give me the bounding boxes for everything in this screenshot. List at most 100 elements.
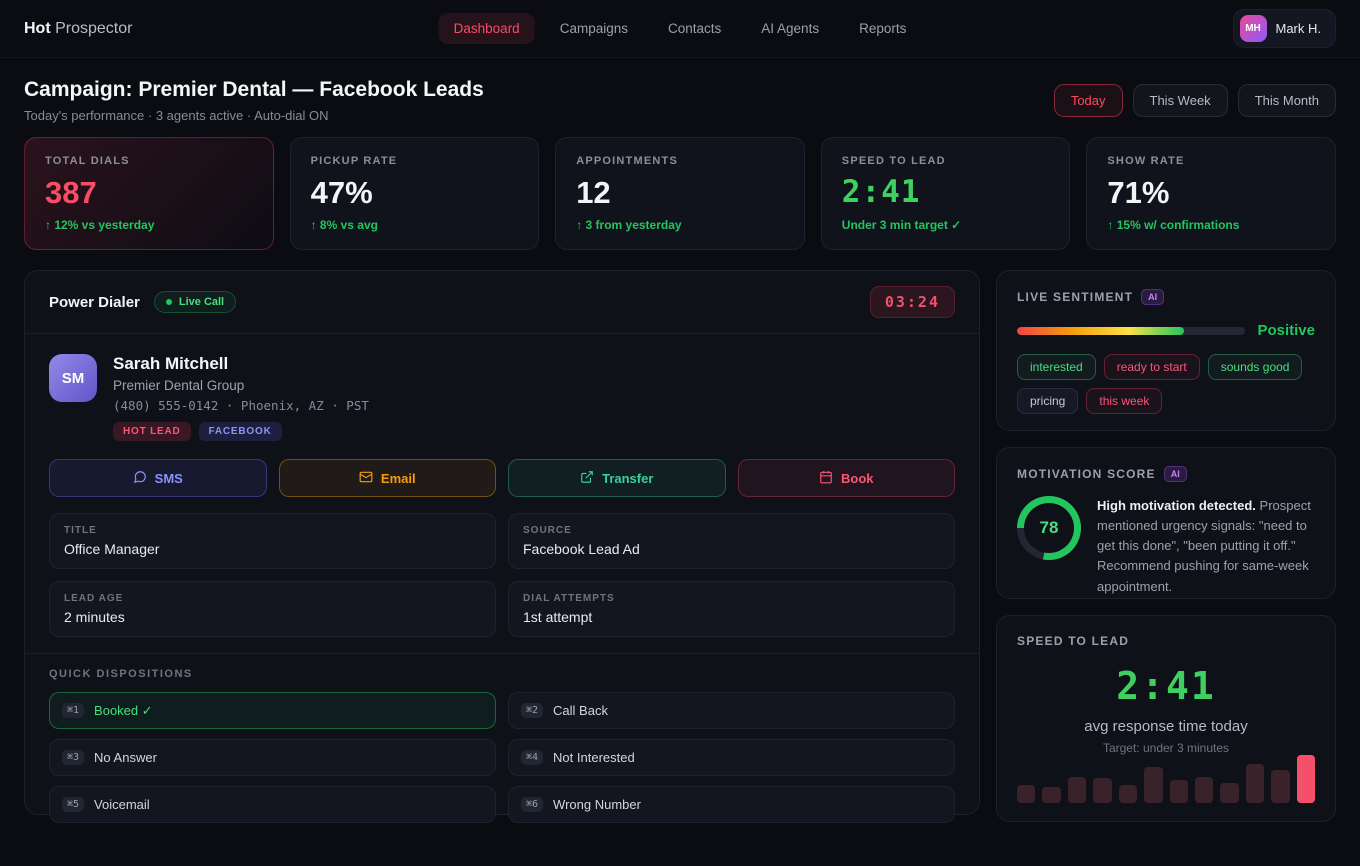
speed-bar <box>1042 787 1060 803</box>
disposition-not-interested[interactable]: ⌘4 Not Interested <box>508 739 955 776</box>
top-nav: Hot Prospector Dashboard Campaigns Conta… <box>0 0 1360 58</box>
transfer-button[interactable]: Transfer <box>508 459 726 497</box>
keyword-chip: sounds good <box>1208 354 1303 380</box>
sentiment-meter-row: Positive <box>1017 322 1315 339</box>
sms-button[interactable]: SMS <box>49 459 267 497</box>
speed-bar <box>1017 785 1035 803</box>
kpi-value: 71% <box>1107 177 1315 208</box>
email-label: Email <box>381 471 416 486</box>
dialer-header: Power Dialer Live Call 03:24 <box>25 271 979 334</box>
disposition-no-answer[interactable]: ⌘3 No Answer <box>49 739 496 776</box>
speed-title-row: SPEED TO LEAD <box>1017 634 1315 648</box>
nav-item-dashboard[interactable]: Dashboard <box>439 13 535 44</box>
disposition-call-back[interactable]: ⌘2 Call Back <box>508 692 955 729</box>
speed-bar <box>1220 783 1238 803</box>
live-dot-icon <box>166 299 172 305</box>
field-label: TITLE <box>64 525 481 536</box>
kpi-value: 12 <box>576 177 784 208</box>
speed-bar <box>1093 778 1111 803</box>
power-dialer-panel: Power Dialer Live Call 03:24 SM Sarah Mi… <box>24 270 980 815</box>
sentiment-title: LIVE SENTIMENT <box>1017 290 1133 304</box>
disposition-booked[interactable]: ⌘1 Booked ✓ <box>49 692 496 729</box>
user-menu[interactable]: MH Mark H. <box>1233 9 1337 48</box>
keyword-chip: interested <box>1017 354 1096 380</box>
contact-phone: (480) 555-0142 · Phoenix, AZ · PST <box>113 398 369 413</box>
motivation-summary-bold: High motivation detected. <box>1097 498 1256 513</box>
page-header: Campaign: Premier Dental — Facebook Lead… <box>0 58 1360 137</box>
field-value: 1st attempt <box>523 609 940 625</box>
book-label: Book <box>841 471 874 486</box>
book-button[interactable]: Book <box>738 459 956 497</box>
range-month-button[interactable]: This Month <box>1238 84 1336 117</box>
motivation-score-value: 78 <box>1024 503 1074 553</box>
nav-item-contacts[interactable]: Contacts <box>653 13 736 44</box>
range-week-button[interactable]: This Week <box>1133 84 1228 117</box>
kpi-card-pickup-rate: PICKUP RATE 47% ↑ 8% vs avg <box>290 137 540 250</box>
kpi-delta: Under 3 min target ✓ <box>842 218 1050 232</box>
sentiment-title-row: LIVE SENTIMENT AI <box>1017 289 1315 305</box>
shortcut-key-badge: ⌘4 <box>521 750 543 765</box>
kpi-card-speed-to-lead: SPEED TO LEAD 2:41 Under 3 min target ✓ <box>821 137 1071 250</box>
range-toggle: Today This Week This Month <box>1054 84 1336 117</box>
sentiment-meter-fill <box>1017 327 1184 335</box>
disposition-wrong-number[interactable]: ⌘6 Wrong Number <box>508 786 955 823</box>
contact-details: Sarah Mitchell Premier Dental Group (480… <box>113 354 369 441</box>
nav-item-ai-agents[interactable]: AI Agents <box>746 13 834 44</box>
dialer-title: Power Dialer <box>49 294 140 311</box>
kpi-delta: ↑ 8% vs avg <box>311 218 519 232</box>
live-call-label: Live Call <box>179 296 224 308</box>
brand-logo: Hot Prospector <box>24 20 132 38</box>
speed-bar <box>1119 785 1137 803</box>
transfer-label: Transfer <box>602 471 653 486</box>
speed-bar <box>1246 764 1264 803</box>
speed-target: Target: under 3 minutes <box>1017 741 1315 755</box>
kpi-card-total-dials: TOTAL DIALS 387 ↑ 12% vs yesterday <box>24 137 274 250</box>
kpi-card-appointments: APPOINTMENTS 12 ↑ 3 from yesterday <box>555 137 805 250</box>
field-source: SOURCE Facebook Lead Ad <box>508 513 955 569</box>
kpi-delta: ↑ 15% w/ confirmations <box>1107 218 1315 232</box>
contact-company: Premier Dental Group <box>113 378 369 393</box>
call-timer: 03:24 <box>870 286 955 318</box>
ai-badge: AI <box>1141 289 1164 305</box>
motivation-title: MOTIVATION SCORE <box>1017 467 1156 481</box>
live-sentiment-panel: LIVE SENTIMENT AI Positive interested re… <box>996 270 1336 431</box>
field-title: TITLE Office Manager <box>49 513 496 569</box>
range-today-button[interactable]: Today <box>1054 84 1123 117</box>
speed-bar <box>1170 780 1188 803</box>
page-title-block: Campaign: Premier Dental — Facebook Lead… <box>24 78 484 123</box>
dispositions-grid: ⌘1 Booked ✓ ⌘2 Call Back ⌘3 No Answer ⌘4… <box>49 692 955 823</box>
disposition-label: Not Interested <box>553 750 635 765</box>
disposition-label: No Answer <box>94 750 157 765</box>
nav-item-campaigns[interactable]: Campaigns <box>545 13 643 44</box>
kpi-label: APPOINTMENTS <box>576 155 784 167</box>
kpi-delta: ↑ 12% vs yesterday <box>45 218 253 232</box>
chat-bubble-icon <box>133 470 147 487</box>
facebook-badge: FACEBOOK <box>199 422 282 441</box>
field-value: Office Manager <box>64 541 481 557</box>
speed-bars-chart <box>1017 755 1315 803</box>
contact-avatar: SM <box>49 354 97 402</box>
shortcut-key-badge: ⌘6 <box>521 797 543 812</box>
field-value: Facebook Lead Ad <box>523 541 940 557</box>
email-button[interactable]: Email <box>279 459 497 497</box>
speed-bar <box>1297 755 1315 803</box>
right-sidebar: LIVE SENTIMENT AI Positive interested re… <box>996 270 1336 815</box>
motivation-summary: High motivation detected. Prospect menti… <box>1097 496 1315 597</box>
disposition-label: Booked ✓ <box>94 703 153 719</box>
field-value: 2 minutes <box>64 609 481 625</box>
kpi-value: 387 <box>45 177 253 208</box>
field-lead-age: LEAD AGE 2 minutes <box>49 581 496 637</box>
keyword-chip: pricing <box>1017 388 1078 414</box>
speed-to-lead-panel: SPEED TO LEAD 2:41 avg response time tod… <box>996 615 1336 822</box>
disposition-voicemail[interactable]: ⌘5 Voicemail <box>49 786 496 823</box>
page-subtitle: Today's performance · 3 agents active · … <box>24 108 484 123</box>
disposition-label: Voicemail <box>94 797 150 812</box>
live-call-badge: Live Call <box>154 291 236 313</box>
nav-item-reports[interactable]: Reports <box>844 13 921 44</box>
motivation-gauge: 78 <box>1017 496 1081 560</box>
kpi-label: SPEED TO LEAD <box>842 155 1050 167</box>
kpi-delta: ↑ 3 from yesterday <box>576 218 784 232</box>
field-label: SOURCE <box>523 525 940 536</box>
shortcut-key-badge: ⌘1 <box>62 703 84 718</box>
speed-bar <box>1068 777 1086 803</box>
